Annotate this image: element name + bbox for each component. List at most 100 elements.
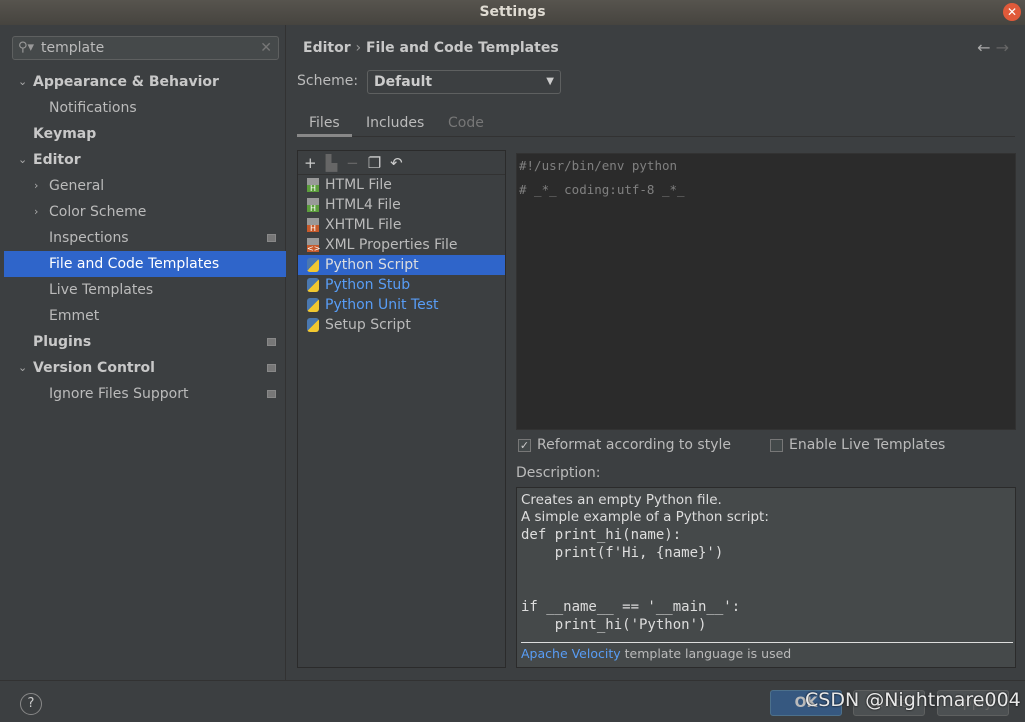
description-box: Creates an empty Python file. A simple e…: [516, 487, 1016, 668]
checkbox-checked-icon: ✓: [518, 438, 531, 452]
live-templates-checkbox[interactable]: Enable Live Templates: [770, 437, 945, 453]
scheme-select[interactable]: Default ▼: [367, 70, 561, 94]
forward-icon[interactable]: →: [996, 38, 1009, 57]
template-label: Python Stub: [325, 277, 411, 293]
template-label: Python Unit Test: [325, 297, 439, 313]
settings-tree: ⌄ Appearance & Behavior Notifications Keyma…: [4, 69, 286, 407]
sidebar-item[interactable]: Plugins: [4, 329, 286, 355]
template-label: HTML4 File: [325, 197, 401, 213]
chevron-down-icon[interactable]: ⌄: [18, 355, 27, 381]
sidebar-item[interactable]: ⌄ Editor: [4, 147, 286, 173]
search-input[interactable]: ⚲▾ template ✕: [12, 36, 279, 60]
sidebar-item[interactable]: ⌄ Version Control: [4, 355, 286, 381]
copy-icon[interactable]: ❐: [368, 154, 381, 172]
sidebar-item[interactable]: Keymap: [4, 121, 286, 147]
live-label: Enable Live Templates: [789, 437, 946, 453]
chevron-down-icon[interactable]: ⌄: [18, 69, 27, 95]
project-scope-icon: [267, 234, 276, 242]
title-bar: Settings ✕: [0, 0, 1025, 25]
template-item[interactable]: H XHTML File: [298, 215, 505, 235]
tab-includes[interactable]: Includes: [366, 115, 424, 131]
project-scope-icon: [267, 364, 276, 372]
tabs: Files Includes Code: [297, 113, 1015, 137]
html-file-icon: H: [307, 178, 319, 193]
chevron-down-icon[interactable]: ⌄: [18, 147, 27, 173]
velocity-link[interactable]: Apache Velocity: [521, 646, 621, 661]
crumb-parent: Editor: [303, 40, 351, 56]
template-label: HTML File: [325, 177, 392, 193]
crumb-current: File and Code Templates: [365, 40, 559, 56]
chevron-right-icon[interactable]: ›: [34, 199, 38, 225]
remove-icon[interactable]: −: [346, 154, 359, 172]
template-item[interactable]: <> XML Properties File: [298, 235, 505, 255]
sidebar-item[interactable]: ⌄ Appearance & Behavior: [4, 69, 286, 95]
reformat-checkbox[interactable]: ✓ Reformat according to style: [518, 437, 731, 453]
template-label: Python Script: [325, 257, 419, 273]
template-item[interactable]: Python Script: [298, 255, 505, 275]
main-panel: Editor › File and Code Templates ← → Sch…: [287, 25, 1025, 680]
footer-text: template language is used: [620, 646, 792, 661]
sidebar-item[interactable]: Inspections: [4, 225, 286, 251]
project-scope-icon: [267, 390, 276, 398]
sidebar-item[interactable]: Emmet: [4, 303, 286, 329]
search-value: template: [41, 40, 105, 56]
help-button[interactable]: ?: [20, 693, 42, 715]
sidebar-item[interactable]: › Color Scheme: [4, 199, 286, 225]
html-file-icon: H: [307, 218, 319, 233]
scheme-label: Scheme:: [297, 73, 359, 89]
sidebar-item-label: Ignore Files Support: [49, 386, 189, 402]
sidebar-item[interactable]: Live Templates: [4, 277, 286, 303]
xml-file-icon: <>: [307, 238, 320, 253]
close-button[interactable]: ✕: [1003, 3, 1021, 21]
template-list: + ▙ − ❐ ↶ H HTML File H HTML4 File H XHTML File <>…: [297, 150, 506, 668]
template-label: XML Properties File: [325, 237, 458, 253]
sidebar-item-label: General: [49, 178, 105, 194]
scheme-value: Default: [374, 74, 433, 90]
description-code: def print_hi(name): print(f'Hi, {name}')…: [521, 527, 741, 633]
crumb-sep: ›: [355, 40, 362, 56]
watermark: CSDN @Nightmare004: [805, 689, 1021, 711]
reset-icon[interactable]: ↶: [390, 154, 403, 172]
project-scope-icon: [267, 338, 276, 346]
code-line: #!/usr/bin/env python: [519, 158, 678, 173]
sidebar-item-label: File and Code Templates: [49, 256, 220, 272]
back-icon[interactable]: ←: [977, 38, 990, 57]
sidebar-item-label: Keymap: [33, 126, 97, 142]
tab-code[interactable]: Code: [448, 115, 484, 131]
description-text: Creates an empty Python file.: [521, 492, 722, 508]
sidebar-item[interactable]: File and Code Templates: [4, 251, 286, 277]
sidebar-item-label: Emmet: [49, 308, 100, 324]
sidebar-item[interactable]: Ignore Files Support: [4, 381, 286, 407]
clear-icon[interactable]: ✕: [260, 37, 272, 59]
template-editor[interactable]: #!/usr/bin/env python # _*_ coding:utf-8 …: [516, 153, 1016, 430]
code-line: # _*_ coding:utf-8 _*_: [519, 182, 685, 197]
description-label: Description:: [516, 465, 601, 481]
chevron-down-icon: ▼: [546, 76, 554, 87]
template-label: XHTML File: [325, 217, 402, 233]
sidebar-item-label: Color Scheme: [49, 204, 147, 220]
tab-files[interactable]: Files: [297, 115, 352, 137]
sidebar: ⚲▾ template ✕ ⌄ Appearance & Behavior Notifi…: [4, 25, 286, 680]
template-item[interactable]: H HTML File: [298, 175, 505, 195]
sidebar-item-label: Editor: [33, 152, 81, 168]
add-child-icon[interactable]: ▙: [326, 154, 338, 172]
python-file-icon: [307, 298, 319, 312]
checkbox-icon: [770, 438, 783, 452]
description-text: A simple example of a Python script:: [521, 509, 769, 525]
template-label: Setup Script: [325, 317, 411, 333]
add-icon[interactable]: +: [304, 154, 317, 172]
sidebar-item-label: Plugins: [33, 334, 92, 350]
python-file-icon: [307, 278, 319, 292]
chevron-right-icon[interactable]: ›: [34, 173, 38, 199]
breadcrumb: Editor › File and Code Templates: [303, 40, 559, 56]
sidebar-item[interactable]: Notifications: [4, 95, 286, 121]
template-item[interactable]: Setup Script: [298, 315, 505, 335]
sidebar-item-label: Notifications: [49, 100, 137, 116]
python-file-icon: [307, 258, 319, 272]
sidebar-item-label: Version Control: [33, 360, 155, 376]
template-item[interactable]: Python Unit Test: [298, 295, 505, 315]
sidebar-item[interactable]: › General: [4, 173, 286, 199]
template-item[interactable]: H HTML4 File: [298, 195, 505, 215]
sidebar-item-label: Inspections: [49, 230, 129, 246]
template-item[interactable]: Python Stub: [298, 275, 505, 295]
